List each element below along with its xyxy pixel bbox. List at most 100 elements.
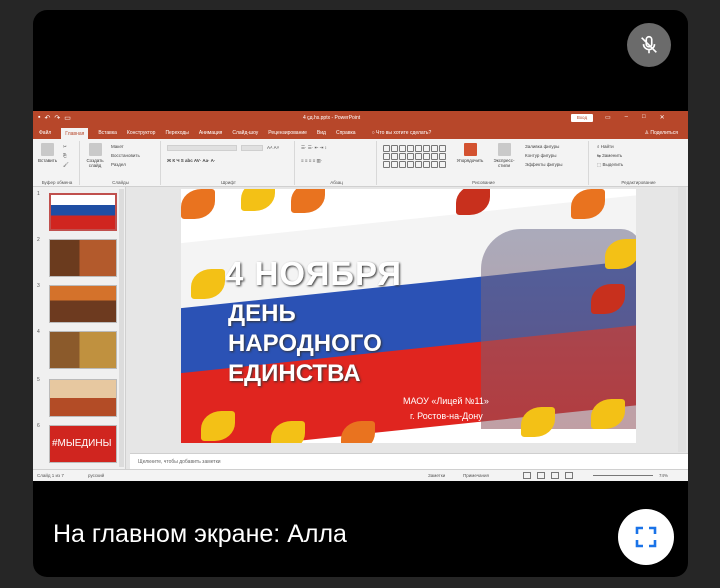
- document-title: 4 ҫд.hs.pptx - PowerPoint: [303, 115, 361, 121]
- slide-thumbnail-4[interactable]: 4: [37, 329, 122, 373]
- font-family-select[interactable]: [167, 145, 237, 151]
- thumbnail-image: #МЫЕДИНЫ: [49, 425, 117, 463]
- arrange-button[interactable]: Упорядочить: [455, 143, 485, 163]
- slide-thumbnail-6[interactable]: 6 #МЫЕДИНЫ: [37, 423, 122, 467]
- tab-slideshow[interactable]: Слайд-шоу: [232, 130, 258, 136]
- font-group: A˄ A˅ Ж К Ч S abc AV· Aa· A· Шрифт: [163, 141, 295, 185]
- thumbnail-image: [49, 193, 117, 231]
- editing-group: ⌕ Найти ⇆ Заменить ⬚ Выделить Редактиров…: [591, 141, 686, 185]
- tab-file[interactable]: Файл: [39, 130, 51, 136]
- shape-effects-button[interactable]: Эффекты фигуры: [525, 162, 563, 167]
- replace-button[interactable]: ⇆ Заменить: [597, 153, 622, 159]
- copy-icon[interactable]: ⎘: [63, 153, 67, 158]
- maximize-icon[interactable]: □: [642, 114, 646, 121]
- tab-view[interactable]: Вид: [317, 130, 326, 136]
- maple-leaf-icon: [291, 189, 325, 213]
- minimize-icon[interactable]: –: [625, 114, 628, 121]
- paste-button[interactable]: Вставить: [38, 143, 57, 163]
- view-buttons: [523, 472, 573, 479]
- slide-title: 4 НОЯБРЯ: [225, 255, 402, 292]
- list-buttons[interactable]: ☰· ☰· ⇤ ⇥ ↕: [301, 145, 327, 151]
- paragraph-group: ☰· ☰· ⇤ ⇥ ↕ ≡ ≡ ≡ ≡ ▥· Абзац: [297, 141, 377, 185]
- font-size-select[interactable]: [241, 145, 263, 151]
- zoom-slider[interactable]: [593, 475, 653, 476]
- slide-thumbnail-5[interactable]: 5: [37, 377, 122, 421]
- language-indicator[interactable]: русский: [88, 473, 104, 478]
- maple-leaf-icon: [521, 407, 555, 437]
- reading-view-icon[interactable]: [551, 472, 559, 479]
- zoom-level[interactable]: 74%: [659, 473, 668, 478]
- editing-label: Редактирование: [621, 180, 656, 185]
- undo-icon[interactable]: ↶: [44, 114, 50, 122]
- thumbnail-image: [49, 331, 117, 369]
- slide-thumbnails-pane: 1 2 3 4 5 6 #МЫЕДИНЫ: [33, 187, 126, 469]
- maple-leaf-icon: [241, 189, 275, 211]
- slide-thumbnail-3[interactable]: 3: [37, 283, 122, 327]
- screen-share-caption: На главном экране: Алла: [53, 520, 347, 548]
- slides-label: Слайды: [112, 180, 129, 185]
- new-slide-button[interactable]: Создать слайд: [84, 143, 106, 168]
- font-label: Шрифт: [221, 180, 236, 185]
- save-icon[interactable]: ▪: [38, 114, 40, 122]
- notes-button[interactable]: Заметки: [428, 473, 445, 478]
- format-buttons[interactable]: Ж К Ч S abc AV· Aa· A·: [167, 158, 215, 163]
- ribbon-options-icon[interactable]: ▭: [605, 114, 611, 121]
- powerpoint-window: ▪ ↶ ↷ ▭ 4 ҫд.hs.pptx - PowerPoint Вход ▭…: [33, 111, 688, 481]
- shape-fill-button[interactable]: Заливка фигуры: [525, 144, 559, 149]
- present-icon[interactable]: ▭: [64, 114, 71, 122]
- section-button[interactable]: Раздел: [111, 162, 126, 167]
- paste-icon: [40, 143, 54, 156]
- signin-button[interactable]: Вход: [571, 114, 593, 122]
- tab-help[interactable]: Справка: [336, 130, 356, 136]
- clipboard-label: Буфер обмена: [41, 180, 73, 185]
- layout-button[interactable]: Макет: [111, 144, 124, 149]
- slide-city: г. Ростов-на-Дону: [410, 411, 483, 421]
- notes-pane[interactable]: Щелкните, чтобы добавить заметки: [130, 453, 688, 469]
- slides-group: Создать слайд Макет Восстановить Раздел …: [81, 141, 161, 185]
- tab-insert[interactable]: Вставка: [98, 130, 117, 136]
- slide-thumbnail-2[interactable]: 2: [37, 237, 122, 281]
- fullscreen-icon: [635, 526, 657, 548]
- ribbon: Вставить ✂ ⎘ 🖌 Буфер обмена Создать слай…: [33, 139, 688, 187]
- cut-icon[interactable]: ✂: [63, 144, 67, 150]
- thumbnails-scrollbar[interactable]: [119, 189, 124, 467]
- arrange-icon: [463, 143, 477, 156]
- slideshow-view-icon[interactable]: [565, 472, 573, 479]
- current-slide[interactable]: 4 НОЯБРЯ ДЕНЬ НАРОДНОГО ЕДИНСТВА МАОУ «Л…: [181, 189, 636, 443]
- align-buttons[interactable]: ≡ ≡ ≡ ≡ ▥·: [301, 158, 322, 164]
- reset-button[interactable]: Восстановить: [111, 153, 140, 158]
- close-icon[interactable]: ✕: [660, 114, 665, 121]
- shapes-gallery[interactable]: [383, 145, 446, 168]
- thumbnail-image: [49, 285, 117, 323]
- ribbon-tabs: Файл Главная Вставка Конструктор Переход…: [33, 126, 688, 140]
- drawing-group: Упорядочить Экспресс-стили Заливка фигур…: [379, 141, 589, 185]
- sorter-view-icon[interactable]: [537, 472, 545, 479]
- video-call-card: ▪ ↶ ↷ ▭ 4 ҫд.hs.pptx - PowerPoint Вход ▭…: [33, 10, 688, 577]
- thumbnail-image: [49, 239, 117, 277]
- shape-outline-button[interactable]: Контур фигуры: [525, 153, 556, 158]
- new-slide-icon: [88, 143, 102, 156]
- mic-off-button[interactable]: [627, 23, 671, 67]
- redo-icon[interactable]: ↷: [54, 114, 60, 122]
- normal-view-icon[interactable]: [523, 472, 531, 479]
- grow-font-icon[interactable]: A˄ A˅: [267, 145, 279, 150]
- slide-scrollbar[interactable]: [678, 187, 686, 452]
- tell-me-search[interactable]: ○ Что вы хотите сделать?: [372, 130, 432, 136]
- fullscreen-button[interactable]: [618, 509, 674, 565]
- quick-styles-button[interactable]: Экспресс-стили: [489, 143, 519, 168]
- drawing-label: Рисование: [472, 180, 495, 185]
- slide-school: МАОУ «Лицей №11»: [403, 396, 489, 406]
- tab-transitions[interactable]: Переходы: [165, 130, 188, 136]
- mic-off-icon: [641, 35, 657, 54]
- select-button[interactable]: ⬚ Выделить: [597, 162, 623, 168]
- tab-review[interactable]: Рецензирование: [268, 130, 307, 136]
- slide-thumbnail-1[interactable]: 1: [37, 191, 122, 235]
- tab-animations[interactable]: Анимация: [199, 130, 222, 136]
- quick-access-toolbar: ▪ ↶ ↷ ▭: [38, 114, 71, 122]
- find-button[interactable]: ⌕ Найти: [597, 144, 614, 149]
- tab-design[interactable]: Конструктор: [127, 130, 156, 136]
- format-painter-icon[interactable]: 🖌: [63, 162, 69, 168]
- share-button[interactable]: ♙ Поделиться: [645, 130, 679, 136]
- slide-counter: Слайд 1 из 7: [37, 473, 64, 478]
- comments-button[interactable]: Примечания: [463, 473, 489, 478]
